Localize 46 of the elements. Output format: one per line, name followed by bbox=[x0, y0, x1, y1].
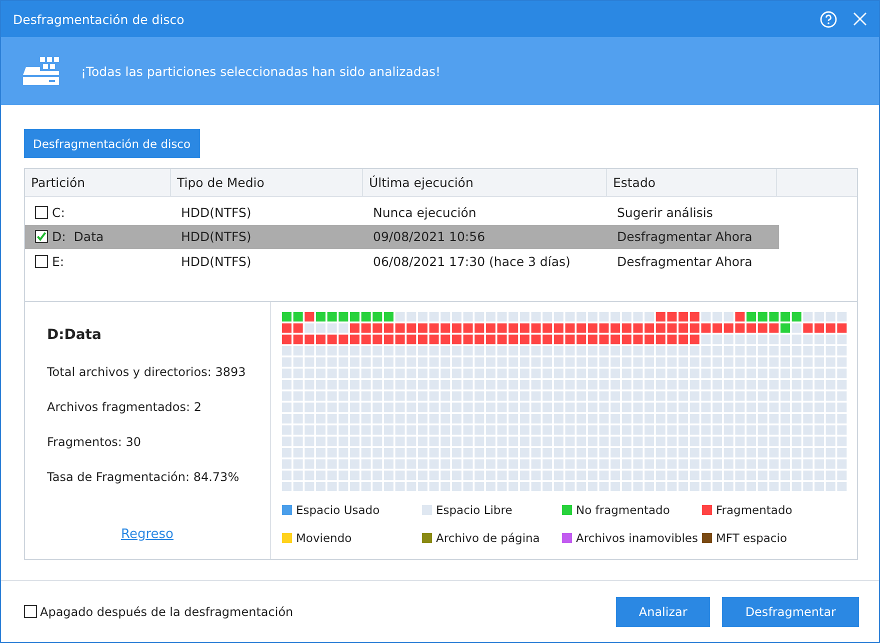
stat-text: Archivos fragmentados: 2 bbox=[47, 400, 202, 414]
legend-label: Espacio Usado bbox=[296, 503, 380, 518]
column-header[interactable]: Última ejecución bbox=[363, 169, 607, 196]
partition-row[interactable]: C: HDD(NTFS) Nunca ejecución Sugerir análisis bbox=[25, 200, 779, 224]
column-header[interactable]: Tipo de Medio bbox=[171, 169, 363, 196]
partition-row[interactable]: D: Data HDD(NTFS) 09/08/2021 10:56 Desfragmentar Ahora bbox=[25, 224, 779, 249]
media-type: HDD(NTFS) bbox=[180, 254, 252, 269]
checkbox[interactable] bbox=[35, 206, 48, 219]
status: Desfragmentar Ahora bbox=[616, 254, 754, 269]
close-icon[interactable] bbox=[853, 12, 867, 26]
disk-defrag-icon bbox=[23, 57, 59, 85]
last-run: Nunca ejecución bbox=[372, 204, 478, 220]
legend-label: Fragmentado bbox=[716, 503, 792, 518]
legend-label: Archivos inamovibles bbox=[576, 531, 698, 546]
column-header[interactable]: Partición bbox=[25, 169, 171, 196]
legend-label: Moviendo bbox=[296, 531, 352, 546]
analyze-button[interactable]: Analizar bbox=[616, 596, 710, 626]
shutdown-label: Apagado después de la desfragmentación bbox=[40, 604, 294, 618]
stat-text: Total archivos y directorios: 3893 bbox=[47, 365, 247, 379]
stat-text: Fragmentos: 30 bbox=[47, 435, 142, 449]
banner-message: ¡Todas las particiones seleccionadas han sido analizadas! bbox=[81, 64, 441, 78]
media-type: HDD(NTFS) bbox=[180, 229, 252, 244]
partition-title: D:Data bbox=[47, 327, 102, 343]
disk-defrag-tab[interactable]: Desfragmentación de disco bbox=[24, 129, 200, 158]
legend-label: No fragmentado bbox=[576, 503, 670, 518]
checkbox[interactable] bbox=[24, 605, 37, 618]
legend-label: MFT espacio bbox=[716, 531, 787, 546]
media-type: HDD(NTFS) bbox=[180, 204, 252, 220]
partition-name: E: bbox=[52, 254, 64, 269]
legend-label: Archivo de página bbox=[436, 531, 540, 546]
column-header[interactable]: Estado bbox=[607, 169, 777, 196]
checkbox[interactable] bbox=[35, 254, 48, 268]
status: Sugerir análisis bbox=[616, 204, 714, 220]
back-link[interactable]: Regreso bbox=[121, 527, 174, 542]
partition-name: D: Data bbox=[52, 229, 104, 244]
legend-label: Espacio Libre bbox=[436, 503, 512, 518]
partition-name: C: bbox=[52, 204, 65, 220]
help-icon[interactable] bbox=[820, 10, 837, 28]
status: Desfragmentar Ahora bbox=[616, 229, 754, 244]
stat-text: Tasa de Fragmentación: 84.73% bbox=[47, 470, 240, 484]
last-run: 06/08/2021 17:30 (hace 3 días) bbox=[372, 254, 572, 269]
last-run: 09/08/2021 10:56 bbox=[372, 229, 486, 244]
defrag-button[interactable]: Desfragmentar bbox=[722, 596, 859, 626]
window-title: Desfragmentación de disco bbox=[13, 12, 186, 26]
partition-row[interactable]: E: HDD(NTFS) 06/08/2021 17:30 (hace 3 días) Desfragmentar Ahora bbox=[25, 249, 779, 274]
checkbox[interactable] bbox=[35, 230, 48, 244]
